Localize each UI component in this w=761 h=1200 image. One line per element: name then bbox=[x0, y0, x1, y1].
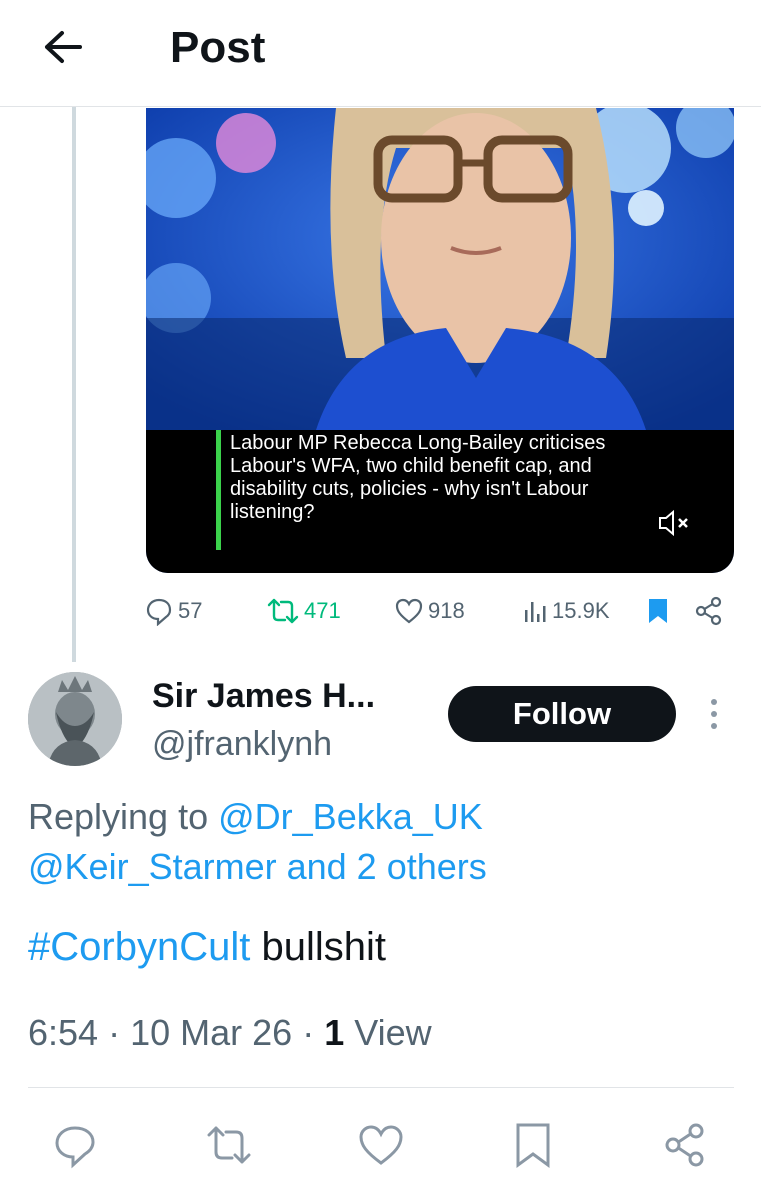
reply-author-row: Sir James H... @jfranklynh Follow bbox=[28, 672, 748, 772]
views-count: 15.9K bbox=[552, 598, 610, 623]
post-view-count: 1 bbox=[324, 1012, 345, 1053]
meta-separator: · bbox=[108, 1012, 121, 1053]
bookmark-icon[interactable] bbox=[646, 590, 670, 632]
post-meta: 6:54 · 10 Mar 26 · 1 View bbox=[28, 1008, 728, 1058]
divider bbox=[28, 1087, 734, 1088]
replying-others-link[interactable]: @Keir_Starmer and 2 others bbox=[28, 846, 487, 887]
post-view-label: View bbox=[354, 1012, 432, 1053]
repost-stat[interactable]: 471 bbox=[266, 590, 341, 632]
reply-text: #CorbynCult bullshit bbox=[28, 920, 728, 974]
reply-stat[interactable]: 57 bbox=[144, 590, 202, 632]
more-icon[interactable] bbox=[700, 696, 728, 732]
avatar[interactable] bbox=[28, 672, 122, 766]
repost-icon bbox=[267, 598, 299, 624]
caption-text: Labour MP Rebecca Long-Bailey criticises… bbox=[230, 432, 606, 523]
engagement-bar: 57 471 918 15.9K bbox=[140, 590, 750, 632]
reply-body: bullshit bbox=[261, 925, 386, 969]
like-icon[interactable] bbox=[356, 1120, 406, 1170]
post-date[interactable]: 10 Mar 26 bbox=[130, 1012, 292, 1053]
video-caption: Labour MP Rebecca Long-Bailey criticises… bbox=[146, 430, 734, 573]
thread-line bbox=[72, 107, 76, 662]
caption-accent-bar bbox=[216, 430, 221, 550]
reply-handle[interactable]: @jfranklynh bbox=[152, 722, 332, 766]
views-stat[interactable]: 15.9K bbox=[522, 590, 610, 632]
bookmark-icon[interactable] bbox=[508, 1120, 558, 1170]
post-time[interactable]: 6:54 bbox=[28, 1012, 98, 1053]
top-bar: Post bbox=[0, 0, 761, 107]
share-icon[interactable] bbox=[694, 590, 724, 632]
action-bar bbox=[0, 1110, 761, 1180]
back-arrow-icon[interactable] bbox=[38, 22, 88, 72]
repost-icon[interactable] bbox=[204, 1120, 254, 1170]
views-icon bbox=[525, 602, 546, 622]
replying-prefix: Replying to bbox=[28, 796, 209, 837]
share-icon[interactable] bbox=[660, 1120, 710, 1170]
video-frame bbox=[146, 108, 734, 430]
follow-button[interactable]: Follow bbox=[448, 686, 676, 742]
reply-icon bbox=[146, 598, 172, 626]
video-player[interactable]: Labour MP Rebecca Long-Bailey criticises… bbox=[146, 108, 734, 573]
like-stat[interactable]: 918 bbox=[394, 590, 465, 632]
like-icon bbox=[395, 598, 423, 624]
reply-count: 57 bbox=[178, 598, 203, 623]
replying-to: Replying to @Dr_Bekka_UK @Keir_Starmer a… bbox=[28, 792, 728, 892]
page-title: Post bbox=[170, 23, 266, 72]
mute-icon[interactable] bbox=[656, 508, 696, 538]
reply-icon[interactable] bbox=[50, 1120, 100, 1170]
hashtag-link[interactable]: #CorbynCult bbox=[28, 925, 250, 969]
replying-mention-link[interactable]: @Dr_Bekka_UK bbox=[218, 796, 483, 837]
like-count: 918 bbox=[428, 598, 465, 623]
reply-display-name[interactable]: Sir James H... bbox=[152, 674, 375, 718]
repost-count: 471 bbox=[304, 598, 341, 623]
meta-separator: · bbox=[302, 1012, 315, 1053]
